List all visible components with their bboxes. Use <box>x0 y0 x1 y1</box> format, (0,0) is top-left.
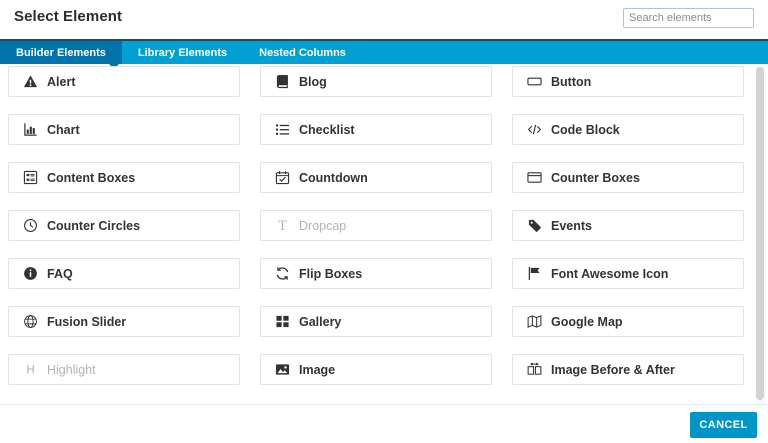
tab-nested-columns[interactable]: Nested Columns <box>243 41 362 64</box>
element-card-highlight: H Highlight <box>8 354 240 385</box>
element-label: Chart <box>47 123 80 137</box>
alert-icon <box>23 74 38 89</box>
element-card-counter-circles[interactable]: Counter Circles <box>8 210 240 241</box>
globe-sphere-icon <box>23 314 38 329</box>
flag-icon <box>527 266 542 281</box>
element-card-image[interactable]: Image <box>260 354 492 385</box>
element-label: Countdown <box>299 171 368 185</box>
element-card-events[interactable]: Events <box>512 210 744 241</box>
window-icon <box>527 170 542 185</box>
element-label: FAQ <box>47 267 73 281</box>
element-label: Counter Boxes <box>551 171 640 185</box>
element-card-blog[interactable]: Blog <box>260 66 492 97</box>
element-label: Flip Boxes <box>299 267 362 281</box>
element-card-checklist[interactable]: Checklist <box>260 114 492 145</box>
element-card-fusion-slider[interactable]: Fusion Slider <box>8 306 240 337</box>
image-icon <box>275 362 290 377</box>
element-card-counter-boxes[interactable]: Counter Boxes <box>512 162 744 193</box>
element-label: Gallery <box>299 315 341 329</box>
element-label: Font Awesome Icon <box>551 267 668 281</box>
element-label: Alert <box>47 75 75 89</box>
book-icon <box>275 74 290 89</box>
element-card-gallery[interactable]: Gallery <box>260 306 492 337</box>
button-outline-icon <box>527 74 542 89</box>
element-card-flip-boxes[interactable]: Flip Boxes <box>260 258 492 289</box>
grid-icon <box>275 314 290 329</box>
tab-bar: Builder ElementsLibrary ElementsNested C… <box>0 39 768 64</box>
element-label: Google Map <box>551 315 623 329</box>
element-card-font-awesome-icon[interactable]: Font Awesome Icon <box>512 258 744 289</box>
tag-icon <box>527 218 542 233</box>
element-card-faq[interactable]: FAQ <box>8 258 240 289</box>
calendar-check-icon <box>275 170 290 185</box>
element-card-content-boxes[interactable]: Content Boxes <box>8 162 240 193</box>
bar-chart-icon <box>23 122 38 137</box>
element-label: Dropcap <box>299 219 346 233</box>
element-grid: Alert Blog Button Chart Checklist Code Block C… <box>8 66 744 385</box>
element-label: Events <box>551 219 592 233</box>
svg-text:T: T <box>278 218 287 233</box>
search-input[interactable] <box>623 8 754 28</box>
dropcap-t-icon: T <box>275 218 290 233</box>
list-icon <box>275 122 290 137</box>
element-label: Image <box>299 363 335 377</box>
element-card-countdown[interactable]: Countdown <box>260 162 492 193</box>
dialog-title: Select Element <box>14 8 122 25</box>
element-label: Image Before & After <box>551 363 675 377</box>
element-card-image-before-after[interactable]: Image Before & After <box>512 354 744 385</box>
element-label: Blog <box>299 75 327 89</box>
content-boxes-icon <box>23 170 38 185</box>
element-card-alert[interactable]: Alert <box>8 66 240 97</box>
dialog-footer: CANCEL <box>0 404 768 443</box>
code-icon <box>527 122 542 137</box>
image-compare-icon <box>527 362 542 377</box>
svg-text:H: H <box>26 363 35 377</box>
element-card-chart[interactable]: Chart <box>8 114 240 145</box>
tab-builder-elements[interactable]: Builder Elements <box>0 41 122 64</box>
scrollbar-thumb[interactable] <box>756 67 764 400</box>
element-card-button[interactable]: Button <box>512 66 744 97</box>
clock-icon <box>23 218 38 233</box>
element-card-dropcap: T Dropcap <box>260 210 492 241</box>
info-circle-icon <box>23 266 38 281</box>
element-label: Code Block <box>551 123 620 137</box>
tab-library-elements[interactable]: Library Elements <box>122 41 243 64</box>
element-label: Fusion Slider <box>47 315 126 329</box>
highlight-h-icon: H <box>23 362 38 377</box>
select-element-dialog: Select Element Builder ElementsLibrary E… <box>0 0 768 443</box>
element-label: Content Boxes <box>47 171 135 185</box>
element-card-code-block[interactable]: Code Block <box>512 114 744 145</box>
element-label: Highlight <box>47 363 96 377</box>
element-card-google-map[interactable]: Google Map <box>512 306 744 337</box>
element-label: Counter Circles <box>47 219 140 233</box>
element-label: Button <box>551 75 591 89</box>
sync-icon <box>275 266 290 281</box>
element-label: Checklist <box>299 123 355 137</box>
cancel-button[interactable]: CANCEL <box>690 412 757 438</box>
map-icon <box>527 314 542 329</box>
